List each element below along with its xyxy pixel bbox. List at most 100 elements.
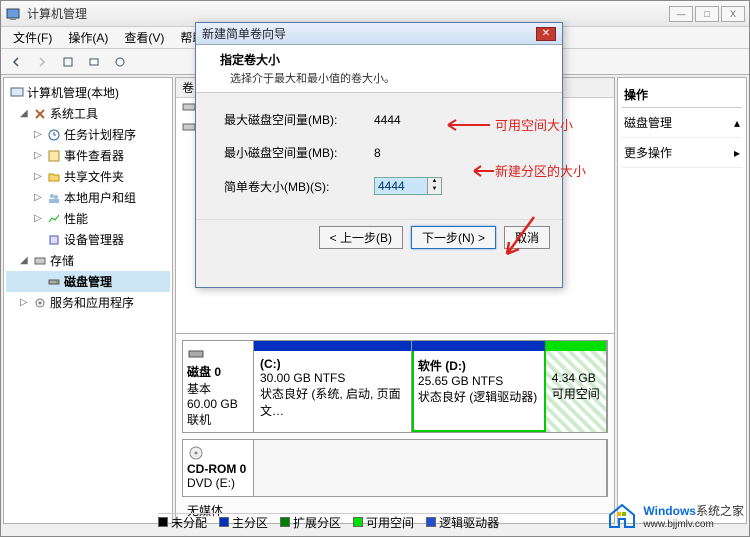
event-icon [47,149,61,163]
tree-storage[interactable]: ◢ 存储 [6,250,170,271]
tree-label: 磁盘管理 [64,273,112,290]
cdrom-row: CD-ROM 0 DVD (E:) 无媒体 [182,439,608,497]
annotation-new-partition: 新建分区的大小 [495,161,586,180]
minimize-button[interactable]: — [669,6,693,22]
wizard-subheading: 选择介于最大和最小值的卷大小。 [220,70,538,86]
max-label: 最大磁盘空间量(MB): [224,111,374,128]
partition-status: 状态良好 (系统, 启动, 页面文… [260,387,401,418]
expand-icon[interactable]: ▷ [34,129,44,140]
collapse-icon[interactable]: ◢ [20,255,30,266]
maximize-button[interactable]: □ [695,6,719,22]
house-icon [607,501,637,531]
arrow-icon [499,212,539,262]
tree-services[interactable]: ▷ 服务和应用程序 [6,292,170,313]
watermark-domain: www.bjjmlv.com [643,519,744,530]
partition-size: 30.00 GB NTFS [260,371,345,385]
swatch-unalloc [158,517,168,527]
wizard-heading: 指定卷大小 [220,51,538,68]
expand-icon[interactable]: ▷ [34,213,44,224]
refresh-button[interactable] [57,52,79,72]
storage-icon [33,254,47,268]
legend: 未分配 主分区 扩展分区 可用空间 逻辑驱动器 [158,513,610,529]
back-button[interactable] [5,52,27,72]
cdrom-icon [187,444,205,462]
tree-local-users[interactable]: ▷ 本地用户和组 [6,187,170,208]
users-icon [47,191,61,205]
size-input[interactable] [375,178,427,194]
expand-icon[interactable]: ▷ [34,192,44,203]
disk-icon [47,275,61,289]
device-icon [47,233,61,247]
free-stripe [546,341,606,351]
tree-shared-folders[interactable]: ▷ 共享文件夹 [6,166,170,187]
volume-icon [182,120,196,134]
tree-device-manager[interactable]: 设备管理器 [6,229,170,250]
disk-status: 联机 [187,413,211,427]
wizard-close-button[interactable]: ✕ [536,27,556,41]
services-icon [33,296,47,310]
tree-performance[interactable]: ▷ 性能 [6,208,170,229]
tree-label: 系统工具 [50,105,98,122]
partition-status: 可用空间 [552,387,600,401]
cdrom-empty [254,440,607,496]
size-spinner[interactable]: ▲ ▼ [374,177,442,195]
partition-free[interactable]: 4.34 GB 可用空间 [546,341,607,432]
spin-up[interactable]: ▲ [428,178,441,186]
more-label: 更多操作 [624,144,672,161]
properties-button[interactable] [83,52,105,72]
brand-b: 系统之家 [696,504,744,518]
primary-stripe [254,341,411,351]
expand-icon[interactable]: ▷ [34,171,44,182]
actions-section[interactable]: 磁盘管理 ▴ [622,108,742,138]
tree-task-scheduler[interactable]: ▷ 任务计划程序 [6,124,170,145]
swatch-logical [426,517,436,527]
spin-down[interactable]: ▼ [428,186,441,194]
tree-disk-management[interactable]: 磁盘管理 [6,271,170,292]
tree-label: 设备管理器 [64,231,124,248]
partition-status: 状态良好 (逻辑驱动器) [418,390,537,404]
section-label: 磁盘管理 [624,114,672,131]
forward-button[interactable] [31,52,53,72]
wizard-titlebar[interactable]: 新建简单卷向导 ✕ [196,23,562,45]
back-button[interactable]: < 上一步(B) [319,226,403,249]
menu-file[interactable]: 文件(F) [5,26,60,49]
disk0-label[interactable]: 磁盘 0 基本 60.00 GB 联机 [182,340,254,433]
menu-action[interactable]: 操作(A) [60,26,116,49]
folder-icon [47,170,61,184]
swatch-extended [280,517,290,527]
arrow-icon [468,164,494,178]
computer-icon [10,86,24,100]
wizard-title: 新建简单卷向导 [202,25,536,42]
min-label: 最小磁盘空间量(MB): [224,144,374,161]
perf-icon [47,212,61,226]
cdrom-label[interactable]: CD-ROM 0 DVD (E:) 无媒体 [182,439,254,497]
tree-label: 任务计划程序 [64,126,136,143]
expand-icon[interactable]: ▷ [20,297,30,308]
min-space-row: 最小磁盘空间量(MB): 8 [224,144,548,161]
partition-title: 软件 (D:) [418,359,466,373]
tree-root[interactable]: 计算机管理(本地) [6,82,170,103]
more-actions[interactable]: 更多操作 ▸ [622,138,742,168]
next-button[interactable]: 下一步(N) > [411,226,496,249]
navigation-tree[interactable]: 计算机管理(本地) ◢ 系统工具 ▷ 任务计划程序 ▷ 事件查看器 ▷ 共享文件… [3,77,173,524]
collapse-icon[interactable]: ◢ [20,108,30,119]
close-button[interactable]: X [721,6,745,22]
partition-d[interactable]: 软件 (D:) 25.65 GB NTFS 状态良好 (逻辑驱动器) [412,341,546,432]
disk0-row: 磁盘 0 基本 60.00 GB 联机 (C:) 30.00 GB NTFS 状… [182,340,608,433]
menu-view[interactable]: 查看(V) [116,26,172,49]
disk-size: 60.00 GB [187,397,238,411]
wizard-header: 指定卷大小 选择介于最大和最小值的卷大小。 [196,45,562,93]
help-button[interactable] [109,52,131,72]
tree-event-viewer[interactable]: ▷ 事件查看器 [6,145,170,166]
graphical-view: 磁盘 0 基本 60.00 GB 联机 (C:) 30.00 GB NTFS 状… [176,333,614,523]
partition-size: 25.65 GB NTFS [418,374,503,388]
swatch-primary [219,517,229,527]
partition-c[interactable]: (C:) 30.00 GB NTFS 状态良好 (系统, 启动, 页面文… [254,341,412,432]
chevron-up-icon: ▴ [734,116,740,130]
cdrom-type: DVD (E:) [187,476,235,490]
chevron-right-icon: ▸ [734,146,740,160]
tree-systools[interactable]: ◢ 系统工具 [6,103,170,124]
expand-icon[interactable]: ▷ [34,150,44,161]
tree-label: 事件查看器 [64,147,124,164]
clock-icon [47,128,61,142]
